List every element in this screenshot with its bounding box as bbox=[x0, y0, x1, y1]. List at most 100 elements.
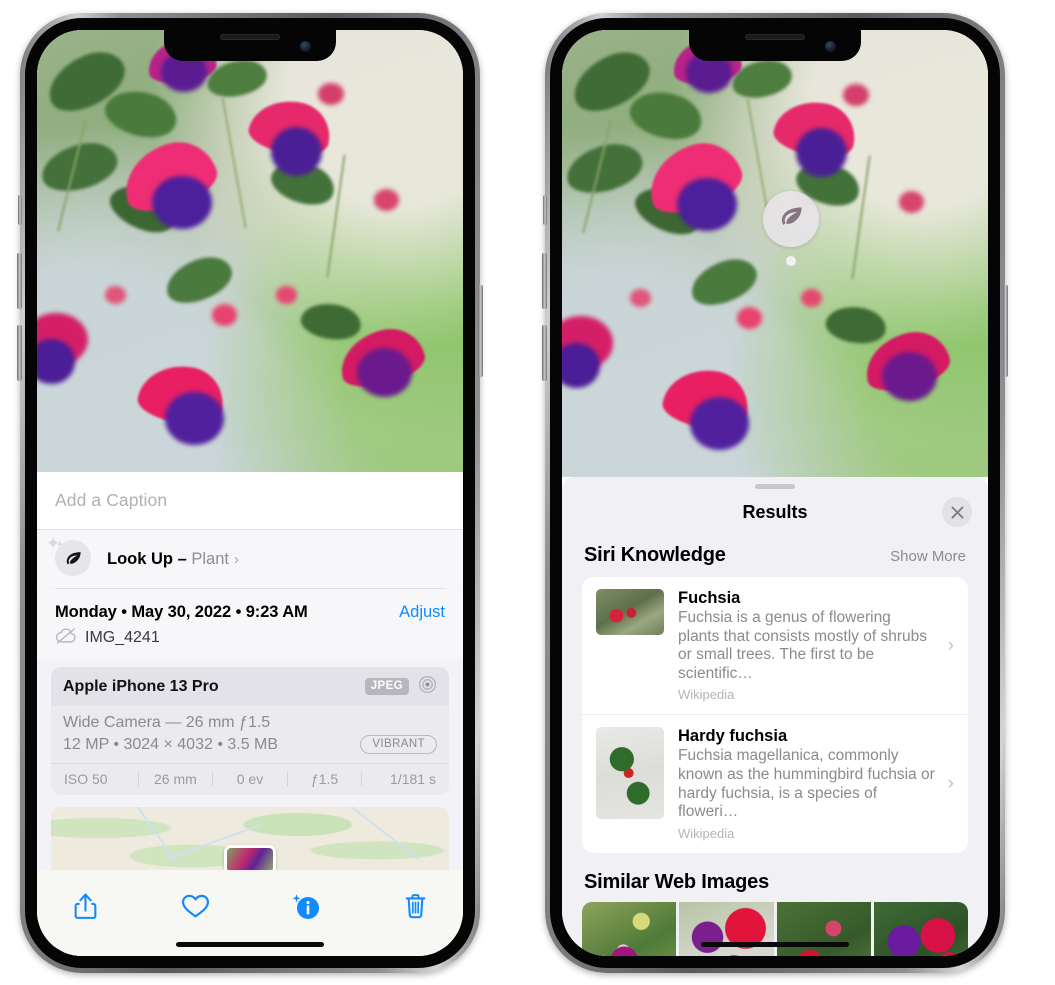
screenshot-stage: Add a Caption ✦ ✦ Look Up – Plant bbox=[0, 0, 1055, 985]
iphone-right: Results Siri Knowledge Show More Fuchsia… bbox=[542, 13, 1008, 973]
metadata-file-row: IMG_4241 bbox=[55, 627, 445, 649]
format-badge: JPEG bbox=[364, 678, 409, 695]
notch-left bbox=[164, 30, 336, 61]
list-item[interactable]: Fuchsia Fuchsia is a genus of flowering … bbox=[582, 577, 968, 714]
metadata-date-row: Monday • May 30, 2022 • 9:23 AM Adjust bbox=[55, 603, 445, 622]
similar-web-images-header: Similar Web Images bbox=[562, 853, 988, 902]
result-source: Wikipedia bbox=[678, 825, 735, 841]
result-title: Fuchsia bbox=[678, 589, 741, 607]
list-item[interactable]: Hardy fuchsia Fuchsia magellanica, commo… bbox=[582, 714, 968, 852]
flower-corolla bbox=[689, 396, 750, 451]
heart-icon[interactable] bbox=[173, 884, 217, 928]
screen-left: Add a Caption ✦ ✦ Look Up – Plant bbox=[37, 30, 463, 956]
exif-stat-ev: 0 ev bbox=[236, 771, 264, 787]
power-button-right[interactable] bbox=[1003, 285, 1008, 377]
location-map[interactable] bbox=[51, 807, 449, 877]
visual-look-up-badge[interactable] bbox=[763, 191, 819, 247]
volume-down-button-left[interactable] bbox=[17, 325, 22, 381]
silent-switch-right[interactable] bbox=[543, 195, 547, 225]
close-icon[interactable] bbox=[942, 497, 972, 527]
flower-bud bbox=[318, 83, 344, 106]
result-source: Wikipedia bbox=[678, 687, 735, 703]
caption-placeholder: Add a Caption bbox=[55, 490, 168, 510]
adjust-button[interactable]: Adjust bbox=[399, 603, 445, 622]
photo-metadata: Monday • May 30, 2022 • 9:23 AM Adjust I… bbox=[37, 589, 463, 659]
photo-info-sheet: Add a Caption ✦ ✦ Look Up – Plant bbox=[37, 472, 463, 956]
look-up-subject: Plant bbox=[191, 549, 229, 568]
home-indicator[interactable] bbox=[176, 942, 324, 947]
screen-right: Results Siri Knowledge Show More Fuchsia… bbox=[562, 30, 988, 956]
caption-field[interactable]: Add a Caption bbox=[37, 472, 463, 530]
result-body: Hardy fuchsia Fuchsia magellanica, commo… bbox=[678, 727, 956, 840]
exif-size: 12 MP • 3024 × 4032 • 3.5 MB bbox=[63, 735, 279, 753]
exif-stat-aperture: ƒ1.5 bbox=[310, 771, 339, 787]
notch-right bbox=[689, 30, 861, 61]
silent-switch-left[interactable] bbox=[18, 195, 22, 225]
flower-corolla bbox=[356, 348, 412, 397]
web-image-thumbnail[interactable] bbox=[582, 901, 677, 956]
chevron-right-icon: › bbox=[947, 634, 954, 656]
look-up-title: Look Up – bbox=[107, 549, 192, 568]
flower-bud bbox=[211, 304, 238, 327]
front-camera bbox=[825, 41, 836, 52]
front-camera bbox=[300, 41, 311, 52]
photo-filename: IMG_4241 bbox=[85, 629, 160, 646]
leaf-icon bbox=[778, 203, 805, 235]
look-up-row[interactable]: ✦ ✦ Look Up – Plant › bbox=[37, 530, 463, 588]
results-sheet: Results Siri Knowledge Show More Fuchsia… bbox=[562, 477, 988, 956]
icloud-slash-icon bbox=[55, 627, 77, 649]
result-thumbnail bbox=[596, 727, 664, 820]
iphone-left: Add a Caption ✦ ✦ Look Up – Plant bbox=[17, 13, 483, 973]
leaf-icon bbox=[55, 540, 91, 576]
exif-size-row: 12 MP • 3024 × 4032 • 3.5 MB VIBRANT bbox=[63, 735, 437, 754]
web-image-thumbnail[interactable] bbox=[873, 901, 968, 956]
share-icon[interactable] bbox=[63, 884, 107, 928]
result-description: Fuchsia magellanica, commonly known as t… bbox=[678, 747, 935, 821]
look-up-label: Look Up – Plant bbox=[107, 550, 229, 569]
volume-up-button-right[interactable] bbox=[542, 253, 547, 309]
exif-stat-focal: 26 mm bbox=[153, 771, 197, 787]
flower-bud bbox=[373, 189, 400, 212]
result-description: Fuchsia is a genus of flowering plants t… bbox=[678, 609, 927, 682]
home-indicator[interactable] bbox=[701, 942, 849, 947]
map-road bbox=[107, 807, 178, 864]
chevron-right-icon: › bbox=[947, 773, 954, 795]
result-body: Fuchsia Fuchsia is a genus of flowering … bbox=[678, 589, 956, 702]
siri-knowledge-card: Fuchsia Fuchsia is a genus of flowering … bbox=[582, 577, 968, 853]
section-title-siri-knowledge: Siri Knowledge bbox=[584, 544, 726, 566]
chevron-right-icon: › bbox=[233, 550, 239, 568]
photo-date: Monday • May 30, 2022 • 9:23 AM bbox=[55, 603, 308, 621]
similar-web-images-strip[interactable] bbox=[582, 901, 968, 956]
exif-header-badges: JPEG bbox=[364, 675, 437, 698]
web-image-thumbnail[interactable] bbox=[776, 901, 871, 956]
exif-lens: Wide Camera — 26 mm ƒ1.5 bbox=[63, 714, 271, 731]
web-image-thumbnail[interactable] bbox=[679, 901, 774, 956]
exif-stats-row: ISO 50 26 mm 0 ev ƒ1.5 1/181 s bbox=[51, 763, 449, 795]
flower-bud bbox=[800, 289, 822, 308]
show-more-button[interactable]: Show More bbox=[890, 548, 966, 565]
exif-card[interactable]: Apple iPhone 13 Pro JPEG Wide Camera — 2… bbox=[51, 667, 449, 795]
info-sparkle-icon[interactable] bbox=[283, 884, 327, 928]
volume-down-button-right[interactable] bbox=[542, 325, 547, 381]
volume-up-button-left[interactable] bbox=[17, 253, 22, 309]
exif-stat-shutter: 1/181 s bbox=[390, 771, 436, 787]
results-title: Results bbox=[742, 501, 808, 522]
map-road bbox=[311, 807, 420, 861]
exif-device: Apple iPhone 13 Pro bbox=[63, 677, 219, 695]
aperture-icon bbox=[418, 675, 437, 698]
flower-bud bbox=[275, 286, 297, 305]
siri-knowledge-header: Siri Knowledge Show More bbox=[562, 535, 988, 577]
exif-stat-iso: ISO 50 bbox=[64, 771, 108, 787]
style-badge: VIBRANT bbox=[360, 735, 437, 754]
flower-corolla bbox=[152, 175, 212, 229]
photo-viewer[interactable] bbox=[37, 30, 463, 472]
result-thumbnail bbox=[596, 589, 664, 635]
visual-look-up-anchor-dot bbox=[786, 256, 796, 266]
flower-corolla bbox=[677, 177, 737, 232]
photo-viewer-lookup[interactable] bbox=[562, 30, 988, 477]
power-button-left[interactable] bbox=[478, 285, 483, 377]
trash-icon[interactable] bbox=[393, 884, 437, 928]
result-title: Hardy fuchsia bbox=[678, 727, 788, 746]
flower-corolla bbox=[881, 351, 937, 401]
section-title-similar-web-images: Similar Web Images bbox=[584, 870, 769, 893]
